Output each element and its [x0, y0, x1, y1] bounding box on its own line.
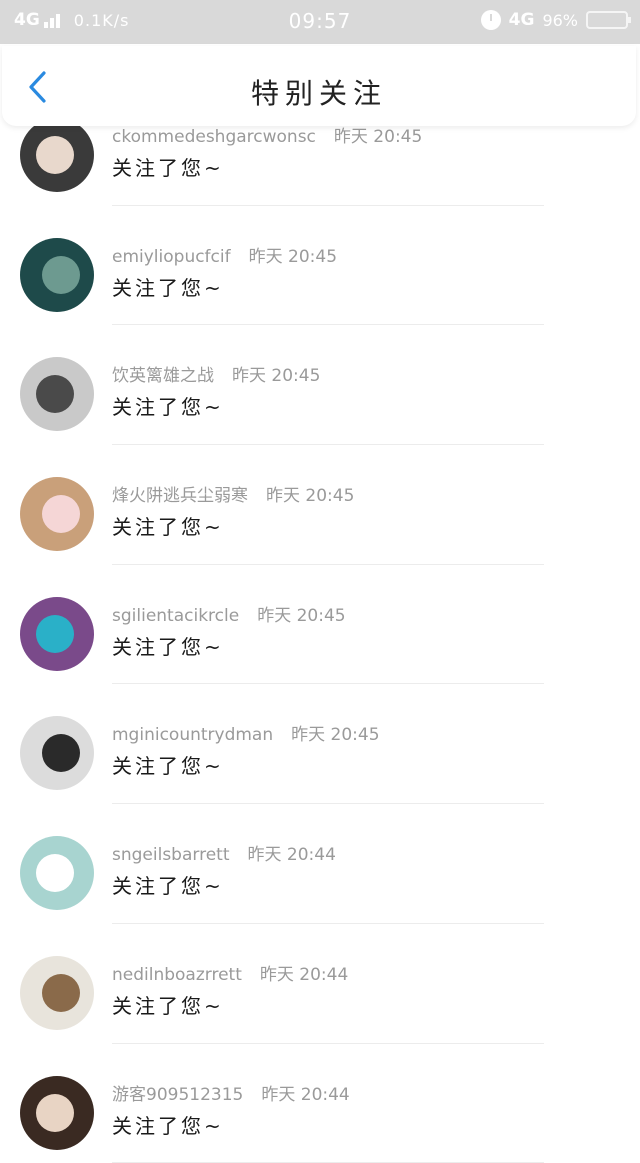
user-name[interactable]: sgilientacikrcle	[112, 606, 239, 626]
avatar[interactable]	[20, 477, 94, 551]
avatar[interactable]	[20, 238, 94, 312]
list-item[interactable]: 饮英篱雄之战昨天 20:45 关注了您~	[0, 325, 640, 445]
battery-icon	[586, 11, 628, 29]
status-bar: 4G 0.1K/s 09:57 4G 96%	[0, 0, 640, 44]
avatar[interactable]	[20, 597, 94, 671]
user-name[interactable]: mginicountrydman	[112, 725, 273, 745]
network-type-right: 4G	[509, 10, 535, 30]
user-name[interactable]: emiyliopucfcif	[112, 247, 231, 267]
timestamp: 昨天 20:45	[291, 725, 379, 745]
notification-message: 关注了您~	[112, 631, 224, 660]
item-meta: 游客909512315 昨天 20:44	[112, 1080, 350, 1105]
avatar[interactable]	[20, 118, 94, 192]
alarm-icon	[481, 10, 501, 30]
timestamp: 昨天 20:45	[232, 366, 320, 386]
notification-message: 关注了您~	[112, 990, 224, 1019]
avatar[interactable]	[20, 357, 94, 431]
item-meta: nedilnboazrrett 昨天 20:44	[112, 960, 348, 985]
user-name[interactable]: 游客909512315	[112, 1085, 243, 1105]
list-item[interactable]: 游客909512315 昨天 20:44 关注了您~	[0, 1044, 640, 1163]
user-name[interactable]: 烽火阱逃兵尘弱寒	[112, 486, 248, 506]
notification-message: 关注了您~	[112, 870, 224, 899]
avatar[interactable]	[20, 1076, 94, 1150]
avatar[interactable]	[20, 836, 94, 910]
item-meta: 烽火阱逃兵尘弱寒昨天 20:45	[112, 481, 354, 506]
list-item[interactable]: 烽火阱逃兵尘弱寒昨天 20:45 关注了您~	[0, 445, 640, 565]
item-meta: mginicountrydman 昨天 20:45	[112, 720, 380, 745]
item-meta: sngeilsbarrett 昨天 20:44	[112, 840, 336, 865]
status-right: 4G 96%	[481, 10, 628, 30]
timestamp: 昨天 20:44	[261, 1085, 349, 1105]
timestamp: 昨天 20:45	[249, 247, 337, 267]
user-name[interactable]: sngeilsbarrett	[112, 845, 230, 865]
item-meta: 饮英篱雄之战昨天 20:45	[112, 361, 320, 386]
user-name[interactable]: ckommedeshgarcwonsc	[112, 127, 316, 147]
timestamp: 昨天 20:44	[260, 965, 348, 985]
avatar[interactable]	[20, 716, 94, 790]
item-meta: sgilientacikrcle 昨天 20:45	[112, 601, 346, 626]
list-item[interactable]: nedilnboazrrett 昨天 20:44 关注了您~	[0, 924, 640, 1044]
title-bar: 特别关注	[2, 46, 636, 126]
list-item[interactable]: emiyliopucfcif 昨天 20:45 关注了您~	[0, 206, 640, 326]
timestamp: 昨天 20:44	[248, 845, 336, 865]
notification-message: 关注了您~	[112, 152, 224, 181]
timestamp: 昨天 20:45	[257, 606, 345, 626]
page-title: 特别关注	[2, 72, 636, 112]
notification-message: 关注了您~	[112, 391, 224, 420]
user-name[interactable]: 饮英篱雄之战	[112, 366, 214, 386]
battery-percent: 96%	[542, 11, 578, 30]
notification-message: 关注了您~	[112, 511, 224, 540]
notification-message: 关注了您~	[112, 750, 224, 779]
avatar[interactable]	[20, 956, 94, 1030]
notification-message: 关注了您~	[112, 272, 224, 301]
item-meta: emiyliopucfcif 昨天 20:45	[112, 242, 337, 267]
timestamp: 昨天 20:45	[266, 486, 354, 506]
notification-message: 关注了您~	[112, 1110, 224, 1139]
timestamp: 昨天 20:45	[334, 127, 422, 147]
follow-list: ckommedeshgarcwonsc昨天 20:45关注了您~emiyliop…	[0, 86, 640, 1163]
user-name[interactable]: nedilnboazrrett	[112, 965, 242, 985]
list-item[interactable]: sgilientacikrcle 昨天 20:45 关注了您~	[0, 565, 640, 685]
list-item[interactable]: sngeilsbarrett 昨天 20:44 关注了您~	[0, 804, 640, 924]
list-item[interactable]: mginicountrydman 昨天 20:45 关注了您~	[0, 684, 640, 804]
